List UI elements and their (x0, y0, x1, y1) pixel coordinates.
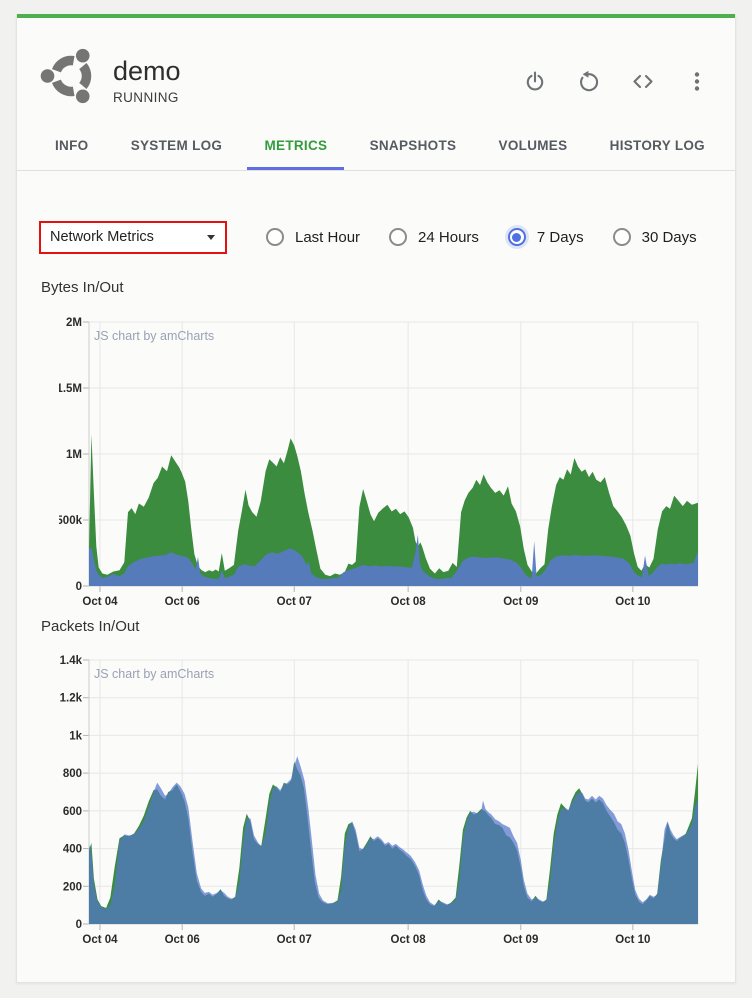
svg-text:Oct 10: Oct 10 (615, 934, 650, 946)
svg-text:Oct 04: Oct 04 (82, 934, 118, 946)
svg-text:Oct 09: Oct 09 (503, 596, 538, 608)
radio-selected-icon[interactable] (508, 228, 526, 246)
svg-text:Oct 08: Oct 08 (391, 934, 427, 946)
radio-unselected-icon[interactable] (389, 228, 407, 246)
tab-volumes[interactable]: VOLUMES (499, 138, 568, 167)
instance-title: demo (113, 56, 181, 86)
svg-text:400: 400 (63, 844, 82, 856)
svg-text:Oct 06: Oct 06 (165, 934, 200, 946)
svg-text:Oct 06: Oct 06 (165, 596, 200, 608)
terminal-icon[interactable] (631, 68, 655, 94)
chevron-down-icon (207, 235, 215, 240)
metrics-controls: Network Metrics Last Hour 24 Hours 7 Days 3… (39, 219, 715, 255)
header-actions (523, 68, 709, 94)
tab-info[interactable]: INFO (55, 138, 88, 167)
radio-label: 30 Days (642, 229, 697, 246)
restart-icon[interactable] (577, 68, 601, 94)
metric-type-select[interactable]: Network Metrics (39, 221, 227, 254)
tab-metrics[interactable]: METRICS (247, 138, 344, 170)
chart-title-packets: Packets In/Out (41, 618, 139, 635)
svg-text:0: 0 (76, 919, 82, 931)
svg-text:1.2k: 1.2k (60, 693, 83, 705)
svg-text:0: 0 (76, 581, 82, 593)
svg-text:1.4k: 1.4k (60, 655, 83, 667)
amcharts-watermark: JS chart by amCharts (94, 329, 214, 343)
packets-out-area (89, 756, 698, 924)
svg-text:600: 600 (63, 806, 82, 818)
svg-text:800: 800 (63, 768, 82, 780)
svg-text:1.5M: 1.5M (59, 383, 82, 395)
bytes-in-out-chart[interactable]: 0 500k 1M 1.5M 2M Oct 04 Oct 06 Oct 07 Oct 08 Oct… (59, 314, 719, 614)
svg-text:Oct 07: Oct 07 (277, 934, 312, 946)
svg-text:2M: 2M (66, 317, 82, 329)
metric-type-value: Network Metrics (50, 229, 154, 245)
tab-history-log[interactable]: HISTORY LOG (610, 138, 705, 167)
radio-24-hours[interactable]: 24 Hours (389, 228, 479, 246)
ubuntu-logo-icon (39, 44, 103, 108)
svg-text:Oct 04: Oct 04 (82, 596, 118, 608)
status-badge: RUNNING (113, 90, 181, 105)
amcharts-watermark: JS chart by amCharts (94, 667, 214, 681)
tab-system-log[interactable]: SYSTEM LOG (131, 138, 223, 167)
svg-text:1M: 1M (66, 449, 82, 461)
kebab-menu-icon[interactable] (685, 68, 709, 94)
tab-bar: INFO SYSTEM LOG METRICS SNAPSHOTS VOLUMES HIS… (17, 132, 735, 171)
radio-unselected-icon[interactable] (266, 228, 284, 246)
svg-text:500k: 500k (59, 515, 83, 527)
tab-snapshots[interactable]: SNAPSHOTS (370, 138, 457, 167)
svg-text:Oct 10: Oct 10 (615, 596, 650, 608)
radio-label: 7 Days (537, 229, 584, 246)
svg-text:Oct 08: Oct 08 (391, 596, 427, 608)
svg-text:Oct 07: Oct 07 (277, 596, 312, 608)
svg-text:200: 200 (63, 881, 82, 893)
radio-unselected-icon[interactable] (613, 228, 631, 246)
svg-text:Oct 09: Oct 09 (503, 934, 538, 946)
chart-title-bytes: Bytes In/Out (41, 279, 124, 296)
radio-label: Last Hour (295, 229, 360, 246)
radio-label: 24 Hours (418, 229, 479, 246)
packets-in-out-chart[interactable]: 0 200 400 600 800 1k 1.2k 1.4k Oct 04 Oct 06 Oct 0… (59, 652, 719, 952)
power-icon[interactable] (523, 68, 547, 94)
instance-header: demo RUNNING (17, 18, 735, 128)
svg-text:1k: 1k (69, 730, 82, 742)
radio-last-hour[interactable]: Last Hour (266, 228, 360, 246)
radio-7-days[interactable]: 7 Days (508, 228, 584, 246)
time-range-radio-group: Last Hour 24 Hours 7 Days 30 Days (266, 228, 697, 246)
radio-30-days[interactable]: 30 Days (613, 228, 697, 246)
instance-card: demo RUNNING (16, 14, 736, 983)
